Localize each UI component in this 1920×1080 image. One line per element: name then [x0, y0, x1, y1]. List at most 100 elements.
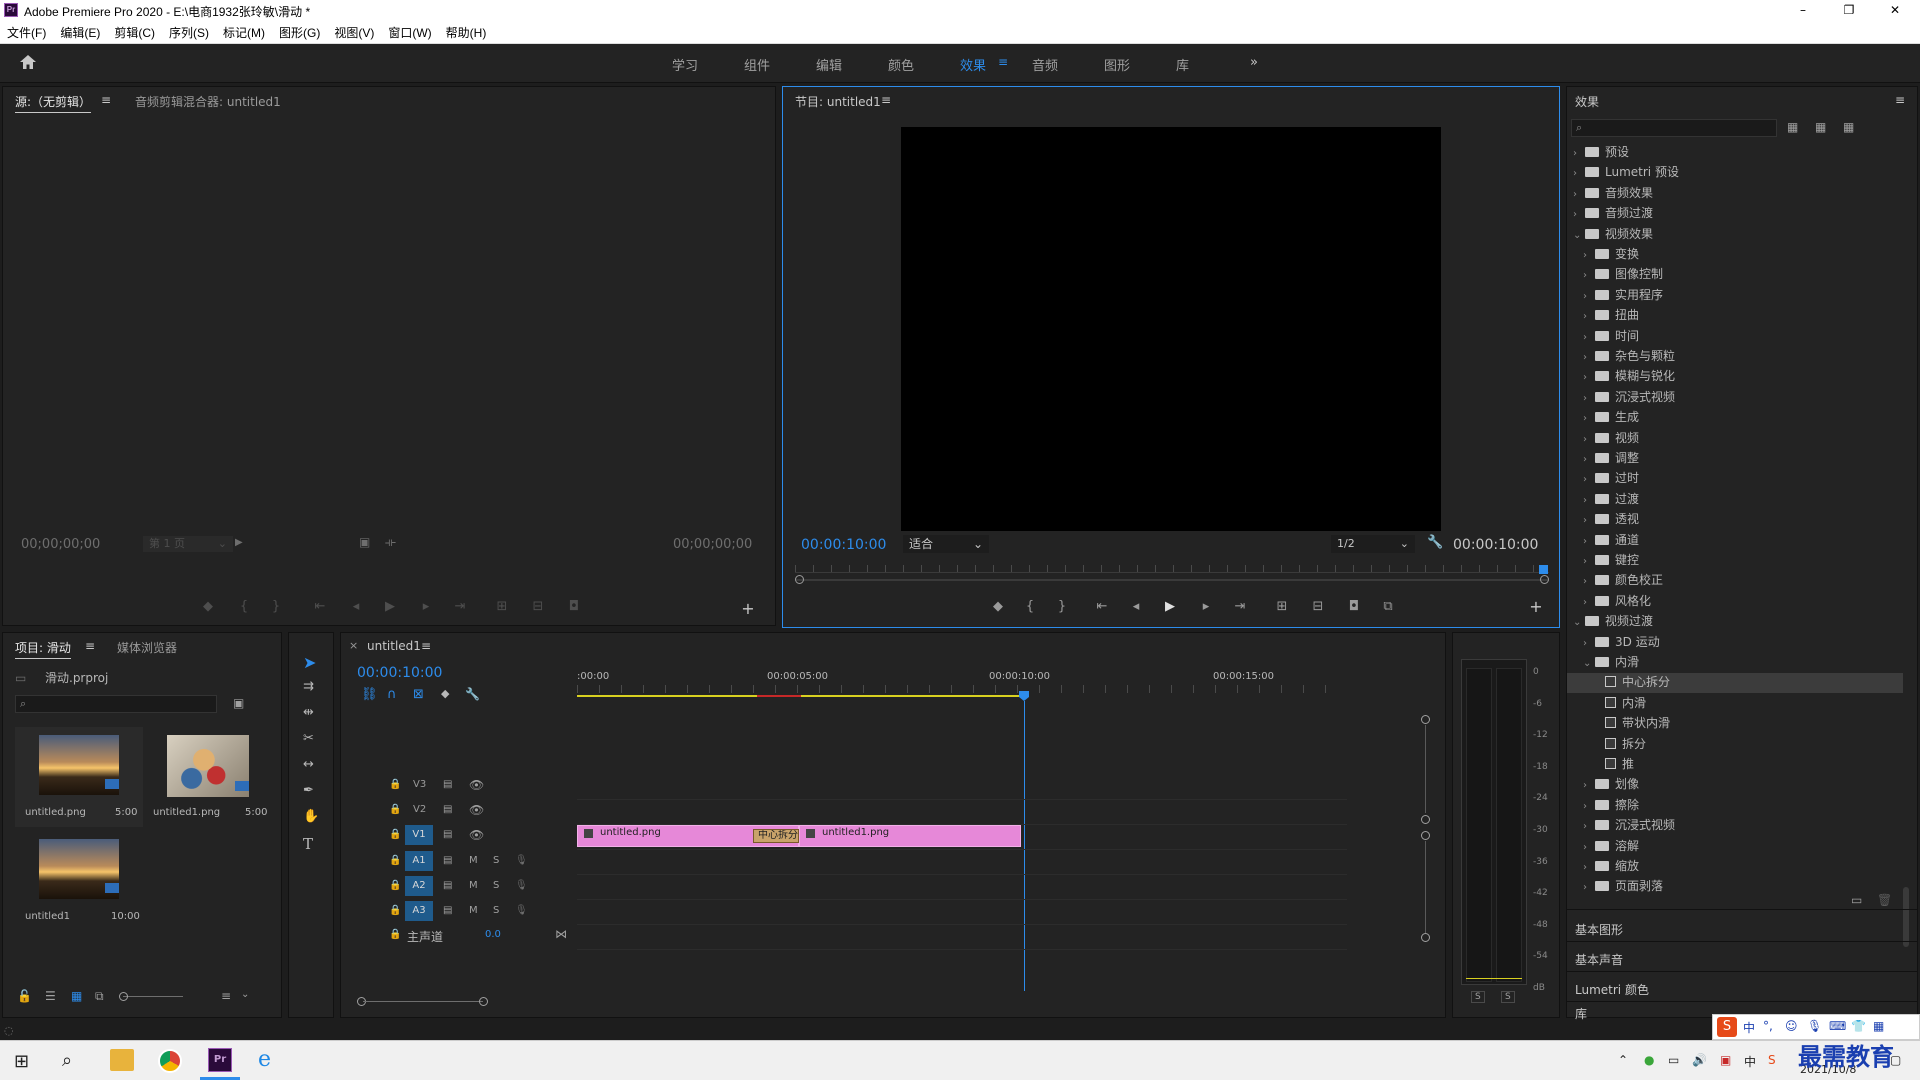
menu-marker[interactable]: 标记(M)	[216, 22, 272, 44]
chevron-right-icon[interactable]: ›	[1583, 393, 1595, 404]
drag-audio-icon[interactable]: ⟛	[385, 535, 396, 550]
home-icon[interactable]	[18, 53, 38, 71]
zoom-handle-left[interactable]	[795, 575, 804, 584]
overwrite-icon[interactable]: ⊟	[527, 599, 549, 614]
chevron-right-icon[interactable]: ›	[1583, 434, 1595, 445]
slip-tool-icon[interactable]: ↔	[303, 757, 314, 772]
tab-media-browser[interactable]: 媒体浏览器	[117, 639, 177, 656]
lock-track-icon[interactable]: 🔒	[389, 880, 401, 891]
zoom-slider[interactable]	[123, 996, 183, 997]
export-frame-icon[interactable]: ◘	[1343, 599, 1365, 614]
essential-sound-section[interactable]: 基本声音	[1575, 951, 1623, 968]
chevron-right-icon[interactable]: ›	[1583, 882, 1595, 893]
add-marker-icon[interactable]: ◆	[441, 687, 449, 700]
ripple-edit-tool-icon[interactable]: ⇹	[303, 705, 314, 720]
project-menu-icon[interactable]: ≡	[85, 639, 95, 653]
menu-edit[interactable]: 编辑(E)	[53, 22, 107, 44]
effects-folder[interactable]: › 3D 运动	[1567, 633, 1903, 653]
new-bin-icon[interactable]: ▭	[1851, 893, 1862, 907]
new-bin-icon[interactable]: ▣	[233, 696, 244, 710]
sync-lock-icon[interactable]: ▤	[443, 829, 452, 840]
effects-menu-icon[interactable]: ≡	[1895, 93, 1905, 107]
effect-item[interactable]: 带状内滑	[1567, 714, 1903, 734]
project-item[interactable]: untitled.png 5:00	[15, 727, 143, 827]
source-tab-menu-icon[interactable]: ≡	[101, 93, 111, 107]
premiere-taskbar-icon[interactable]: Pr	[208, 1048, 232, 1072]
chevron-right-icon[interactable]: ›	[1583, 576, 1595, 587]
tab-source[interactable]: 源:（无剪辑）	[15, 93, 92, 113]
notification-icon[interactable]: ▢	[1890, 1053, 1901, 1067]
voice-icon[interactable]: 🎙	[1807, 1019, 1822, 1033]
comparison-view-icon[interactable]: ⧉	[1377, 599, 1399, 614]
chevron-down-icon[interactable]: ⌄	[1583, 658, 1595, 669]
step-forward-icon[interactable]: ▸	[415, 599, 437, 614]
solo-right-button[interactable]: S	[1501, 991, 1515, 1003]
effects-folder[interactable]: › 溶解	[1567, 837, 1903, 857]
track-label[interactable]: V2	[413, 804, 426, 815]
close-button[interactable]: ✕	[1872, 0, 1918, 22]
chevron-right-icon[interactable]: ›	[1583, 352, 1595, 363]
eye-icon[interactable]: 👁	[469, 828, 484, 842]
timeline-tab[interactable]: untitled1	[367, 639, 421, 653]
program-zoom-bar[interactable]	[795, 579, 1549, 581]
punctuation-icon[interactable]: °,	[1763, 1019, 1773, 1033]
file-explorer-icon[interactable]	[110, 1049, 134, 1071]
mic-icon[interactable]: 🎙	[515, 880, 528, 891]
project-search-input[interactable]: ⌕	[15, 695, 217, 713]
chevron-right-icon[interactable]: ›	[1583, 372, 1595, 383]
chevron-right-icon[interactable]: ›	[1583, 291, 1595, 302]
program-playhead[interactable]	[1539, 565, 1548, 574]
step-back-icon[interactable]: ◂	[345, 599, 367, 614]
effects-folder[interactable]: › 通道	[1567, 531, 1903, 551]
effects-folder[interactable]: › 变换	[1567, 245, 1903, 265]
add-marker-icon[interactable]: ◆	[197, 599, 219, 614]
chevron-down-icon[interactable]: ⌄	[241, 989, 249, 1000]
effects-folder[interactable]: ⌄ 视频效果	[1567, 225, 1903, 245]
tab-audio-clip-mixer[interactable]: 音频剪辑混合器: untitled1	[135, 93, 281, 110]
mic-icon[interactable]: 🎙	[515, 905, 528, 916]
program-timecode-current[interactable]: 00:00:10:00	[801, 537, 886, 553]
track-target-a3[interactable]: A3	[405, 901, 433, 921]
audio-scroll-track[interactable]	[1425, 841, 1426, 933]
sync-lock-icon[interactable]: ▤	[443, 880, 452, 891]
play-icon[interactable]: ▶	[1159, 599, 1181, 614]
track-target-a1[interactable]: A1	[405, 851, 433, 871]
chevron-right-icon[interactable]: ›	[1583, 515, 1595, 526]
emoji-icon[interactable]: ☺	[1785, 1019, 1798, 1033]
lock-icon[interactable]: 🔓	[17, 989, 32, 1003]
go-to-in-icon[interactable]: ⇤	[1091, 599, 1113, 614]
toolbox-icon[interactable]: ▦	[1873, 1019, 1884, 1033]
effects-folder[interactable]: › 过时	[1567, 469, 1903, 489]
drag-video-icon[interactable]: ▣	[359, 535, 370, 549]
track-target-a2[interactable]: A2	[405, 876, 433, 896]
solo-button[interactable]: S	[493, 880, 499, 891]
menu-view[interactable]: 视图(V)	[327, 22, 381, 44]
lock-track-icon[interactable]: 🔒	[389, 779, 401, 790]
add-button-icon[interactable]: +	[1525, 597, 1547, 616]
menu-clip[interactable]: 剪辑(C)	[107, 22, 162, 44]
chevron-right-icon[interactable]: ›	[1573, 209, 1585, 220]
workspace-graphics[interactable]: 图形	[1104, 55, 1130, 74]
volume-icon[interactable]: 🔊	[1692, 1053, 1707, 1067]
edge-icon[interactable]: e	[258, 1047, 271, 1072]
video-scroll-handle[interactable]	[1421, 715, 1430, 724]
menu-file[interactable]: 文件(F)	[0, 22, 53, 44]
project-item[interactable]: untitled1.png 5:00	[145, 727, 273, 827]
network-icon[interactable]: ▭	[1668, 1053, 1679, 1067]
extract-icon[interactable]: ⊟	[1307, 599, 1329, 614]
effects-folder[interactable]: ⌄ 视频过渡	[1567, 612, 1903, 632]
chevron-right-icon[interactable]: ›	[1583, 250, 1595, 261]
tab-project[interactable]: 项目: 滑动	[15, 639, 71, 659]
effects-folder[interactable]: › 沉浸式视频	[1567, 816, 1903, 836]
type-tool-icon[interactable]: T	[303, 835, 313, 853]
nest-icon[interactable]: ⛓	[361, 687, 378, 702]
chevron-down-icon[interactable]: ⌄	[1573, 617, 1585, 628]
step-forward-icon[interactable]: ▸	[1195, 599, 1217, 614]
audio-scroll-handle[interactable]	[1421, 933, 1430, 942]
lift-icon[interactable]: ⊞	[1271, 599, 1293, 614]
ime-icon[interactable]: 中	[1744, 1053, 1756, 1070]
track-label[interactable]: V3	[413, 779, 426, 790]
insert-icon[interactable]: ⊞	[491, 599, 513, 614]
workspace-audio[interactable]: 音频	[1032, 55, 1058, 74]
chevron-right-icon[interactable]: ›	[1583, 780, 1595, 791]
